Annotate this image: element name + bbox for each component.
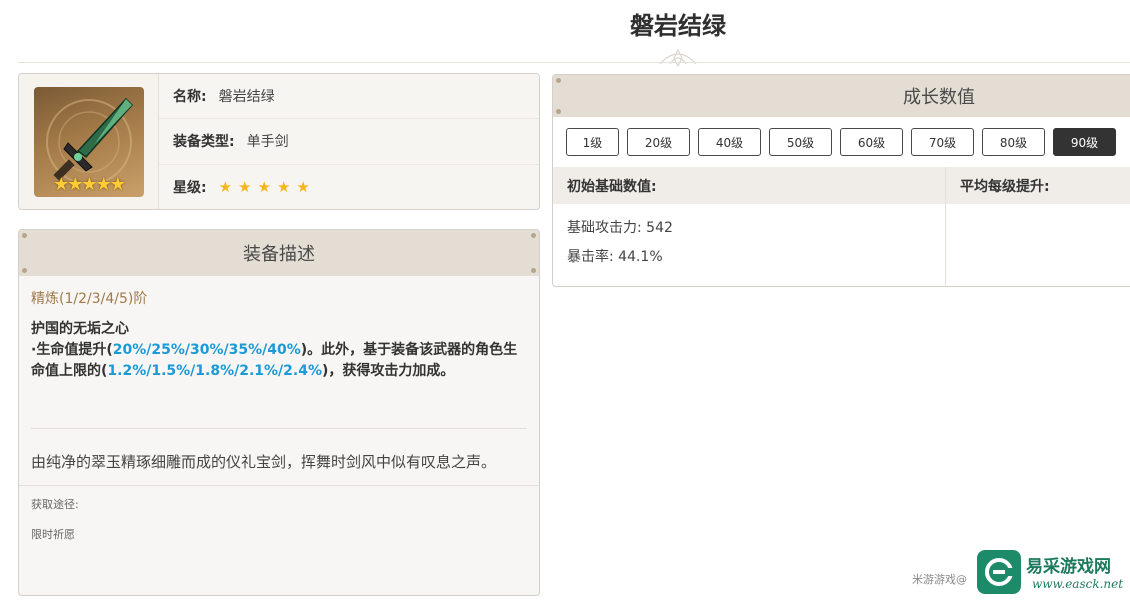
skill-highlight-atk: 1.2%/1.5%/1.8%/2.1%/2.4% bbox=[107, 363, 322, 379]
growth-header-label: 成长数值 bbox=[903, 87, 975, 108]
level-button-80[interactable]: 80级 bbox=[982, 128, 1045, 156]
title-ornament-icon bbox=[659, 48, 697, 68]
base-stats-cell: 基础攻击力: 542 暴击率: 44.1% bbox=[553, 204, 946, 286]
col-base-header: 初始基础数值: bbox=[553, 167, 946, 204]
site-name: 易采游戏网 bbox=[1026, 557, 1111, 577]
level-button-70[interactable]: 70级 bbox=[911, 128, 974, 156]
growth-header: 成长数值 bbox=[553, 75, 1130, 117]
level-button-20[interactable]: 20级 bbox=[627, 128, 690, 156]
level-button-40[interactable]: 40级 bbox=[698, 128, 761, 156]
col-avg-header: 平均每级提升: bbox=[960, 178, 1050, 195]
corner-dot bbox=[556, 109, 561, 114]
site-url: www.easck.net bbox=[1032, 577, 1124, 591]
skill-name: 护国的无垢之心 bbox=[31, 321, 129, 337]
corner-dot bbox=[531, 233, 536, 238]
watermark-text: 米游游戏@ bbox=[912, 573, 967, 586]
description-header: 装备描述 bbox=[19, 230, 539, 276]
avg-stats-cell bbox=[946, 204, 1130, 286]
info-row-name: 名称: 磐岩结绿 bbox=[159, 74, 539, 120]
skill-highlight-hp: 20%/25%/30%/35%/40% bbox=[112, 342, 301, 358]
level-button-60[interactable]: 60级 bbox=[840, 128, 903, 156]
name-label: 名称: bbox=[173, 89, 207, 106]
type-value: 单手剑 bbox=[246, 134, 289, 151]
corner-dot bbox=[556, 78, 561, 83]
level-selector: 1级 20级 40级 50级 60级 70级 80级 90级 bbox=[553, 117, 1130, 167]
skill-text-part: ·生命值提升( bbox=[31, 342, 113, 358]
thumb-star-rating: ★★★★★ bbox=[53, 173, 126, 195]
site-logo-glyph-icon bbox=[985, 558, 1013, 586]
corner-dot bbox=[22, 233, 27, 238]
level-button-1[interactable]: 1级 bbox=[566, 128, 619, 156]
type-label: 装备类型: bbox=[173, 134, 235, 151]
stat-table-header: 初始基础数值: 平均每级提升: bbox=[553, 167, 1130, 204]
weapon-thumb-wrap: ★★★★★ bbox=[19, 74, 159, 209]
source-label: 获取途径: bbox=[31, 498, 79, 511]
refine-text: 精炼(1/2/3/4/5)阶 bbox=[31, 291, 148, 307]
title-divider bbox=[18, 62, 1130, 63]
weapon-info-card: ★★★★★ 名称: 磐岩结绿 装备类型: 单手剑 星级: ★★★★★ bbox=[18, 73, 540, 210]
info-rows: 名称: 磐岩结绿 装备类型: 单手剑 星级: ★★★★★ bbox=[159, 74, 539, 209]
crit-rate: 暴击率: 44.1% bbox=[567, 249, 663, 265]
page-title: 磐岩结绿 bbox=[630, 12, 726, 40]
description-header-label: 装备描述 bbox=[243, 244, 315, 265]
name-value: 磐岩结绿 bbox=[218, 89, 275, 106]
base-attack: 基础攻击力: 542 bbox=[567, 220, 673, 236]
corner-dot bbox=[22, 268, 27, 273]
corner-dot bbox=[531, 268, 536, 273]
growth-panel: 成长数值 1级 20级 40级 50级 60级 70级 80级 90级 初始基础… bbox=[552, 74, 1130, 287]
info-row-rarity: 星级: ★★★★★ bbox=[159, 164, 539, 209]
stat-table-body: 基础攻击力: 542 暴击率: 44.1% bbox=[553, 204, 1130, 286]
skill-text: ·生命值提升(20%/25%/30%/35%/40%)。此外，基于装备该武器的角… bbox=[19, 338, 539, 382]
rarity-label: 星级: bbox=[173, 179, 207, 196]
level-button-90[interactable]: 90级 bbox=[1053, 128, 1116, 156]
level-button-50[interactable]: 50级 bbox=[769, 128, 832, 156]
info-row-type: 装备类型: 单手剑 bbox=[159, 119, 539, 165]
source-value: 限时祈愿 bbox=[31, 528, 75, 541]
site-logo-icon bbox=[977, 550, 1021, 594]
rarity-stars: ★★★★★ bbox=[218, 177, 316, 196]
description-panel: 装备描述 精炼(1/2/3/4/5)阶 护国的无垢之心 ·生命值提升(20%/2… bbox=[18, 229, 540, 596]
flavor-text: 由纯净的翠玉精琢细雕而成的仪礼宝剑，挥舞时剑风中似有叹息之声。 bbox=[31, 453, 497, 471]
skill-text-part: )，获得攻击力加成。 bbox=[322, 363, 455, 379]
weapon-image: ★★★★★ bbox=[33, 86, 144, 197]
